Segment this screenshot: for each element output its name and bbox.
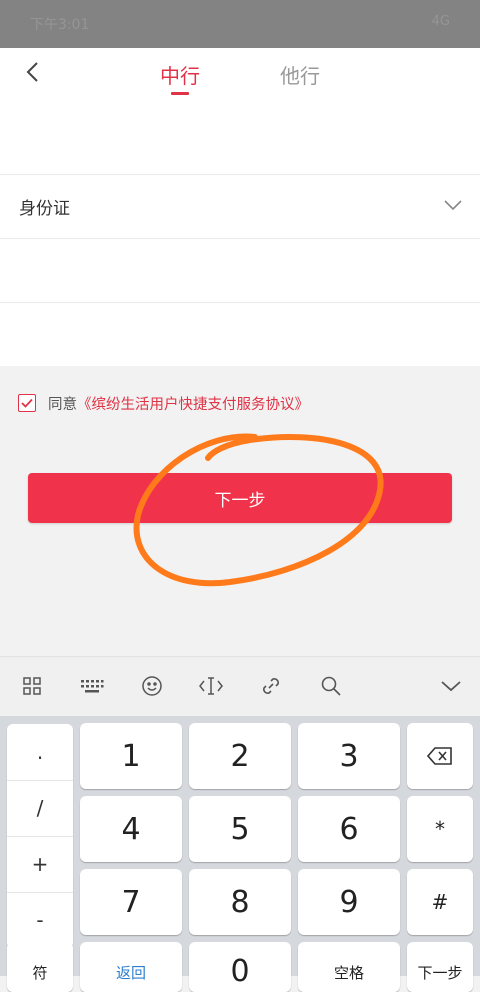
key-1[interactable]: 1 xyxy=(80,723,182,789)
id-type-label: 身份证 xyxy=(19,199,70,219)
tab-boc[interactable]: 中行 xyxy=(160,60,200,89)
key-8[interactable]: 8 xyxy=(189,869,291,935)
key-star[interactable]: * xyxy=(407,796,473,862)
space-key[interactable]: 空格 xyxy=(298,942,400,992)
grid-icon[interactable] xyxy=(19,673,45,699)
key-minus[interactable]: - xyxy=(7,892,73,948)
card-field[interactable] xyxy=(0,96,480,175)
key-2[interactable]: 2 xyxy=(189,723,291,789)
key-3[interactable]: 3 xyxy=(298,723,400,789)
key-0[interactable]: 0 xyxy=(189,942,291,992)
card-form: 身份证 xyxy=(0,96,480,366)
cursor-icon[interactable] xyxy=(198,673,224,699)
key-slash[interactable]: / xyxy=(7,780,73,837)
backspace-key[interactable] xyxy=(407,723,473,789)
key-9[interactable]: 9 xyxy=(298,869,400,935)
back-icon[interactable] xyxy=(20,58,44,86)
numeric-keyboard: . / + - 1 2 3 4 5 6 * 7 8 9 # 符 返回 0 空格 … xyxy=(0,716,480,992)
key-6[interactable]: 6 xyxy=(298,796,400,862)
link-icon[interactable] xyxy=(258,673,284,699)
key-7[interactable]: 7 xyxy=(80,869,182,935)
key-5[interactable]: 5 xyxy=(189,796,291,862)
keyboard-icon[interactable] xyxy=(79,673,105,699)
key-hash[interactable]: # xyxy=(407,869,473,935)
agreement: 同意 《缤纷生活用户快捷支付服务协议》 xyxy=(18,393,309,413)
backspace-icon xyxy=(427,747,452,765)
key-plus[interactable]: + xyxy=(7,836,73,893)
id-type-select[interactable]: 身份证 xyxy=(0,174,480,239)
status-icons: 4G xyxy=(431,14,450,29)
key-4[interactable]: 4 xyxy=(80,796,182,862)
id-number-field[interactable] xyxy=(0,238,480,303)
chevron-down-icon xyxy=(443,196,463,215)
keyboard-toolbar xyxy=(0,656,480,717)
agree-checkbox[interactable] xyxy=(18,394,36,412)
status-time: 下午3:01 xyxy=(30,17,90,33)
next-button[interactable]: 下一步 xyxy=(28,473,452,523)
symbols-key[interactable]: 符 xyxy=(7,942,73,992)
tab-other-bank[interactable]: 他行 xyxy=(280,60,320,89)
agreement-link[interactable]: 《缤纷生活用户快捷支付服务协议》 xyxy=(77,393,309,414)
phone-field[interactable] xyxy=(0,302,480,366)
symbol-column: . / + - xyxy=(7,724,73,949)
status-bar: 下午3:01 4G xyxy=(0,0,480,48)
return-key[interactable]: 返回 xyxy=(80,942,182,992)
agree-text: 同意 xyxy=(48,396,77,413)
chevron-down-icon[interactable] xyxy=(438,673,464,699)
active-tab-indicator xyxy=(171,92,189,95)
key-dot[interactable]: . xyxy=(7,724,73,781)
next-key[interactable]: 下一步 xyxy=(407,942,473,992)
search-icon[interactable] xyxy=(318,673,344,699)
top-nav: 中行 他行 xyxy=(0,48,480,97)
emoji-icon[interactable] xyxy=(139,673,165,699)
